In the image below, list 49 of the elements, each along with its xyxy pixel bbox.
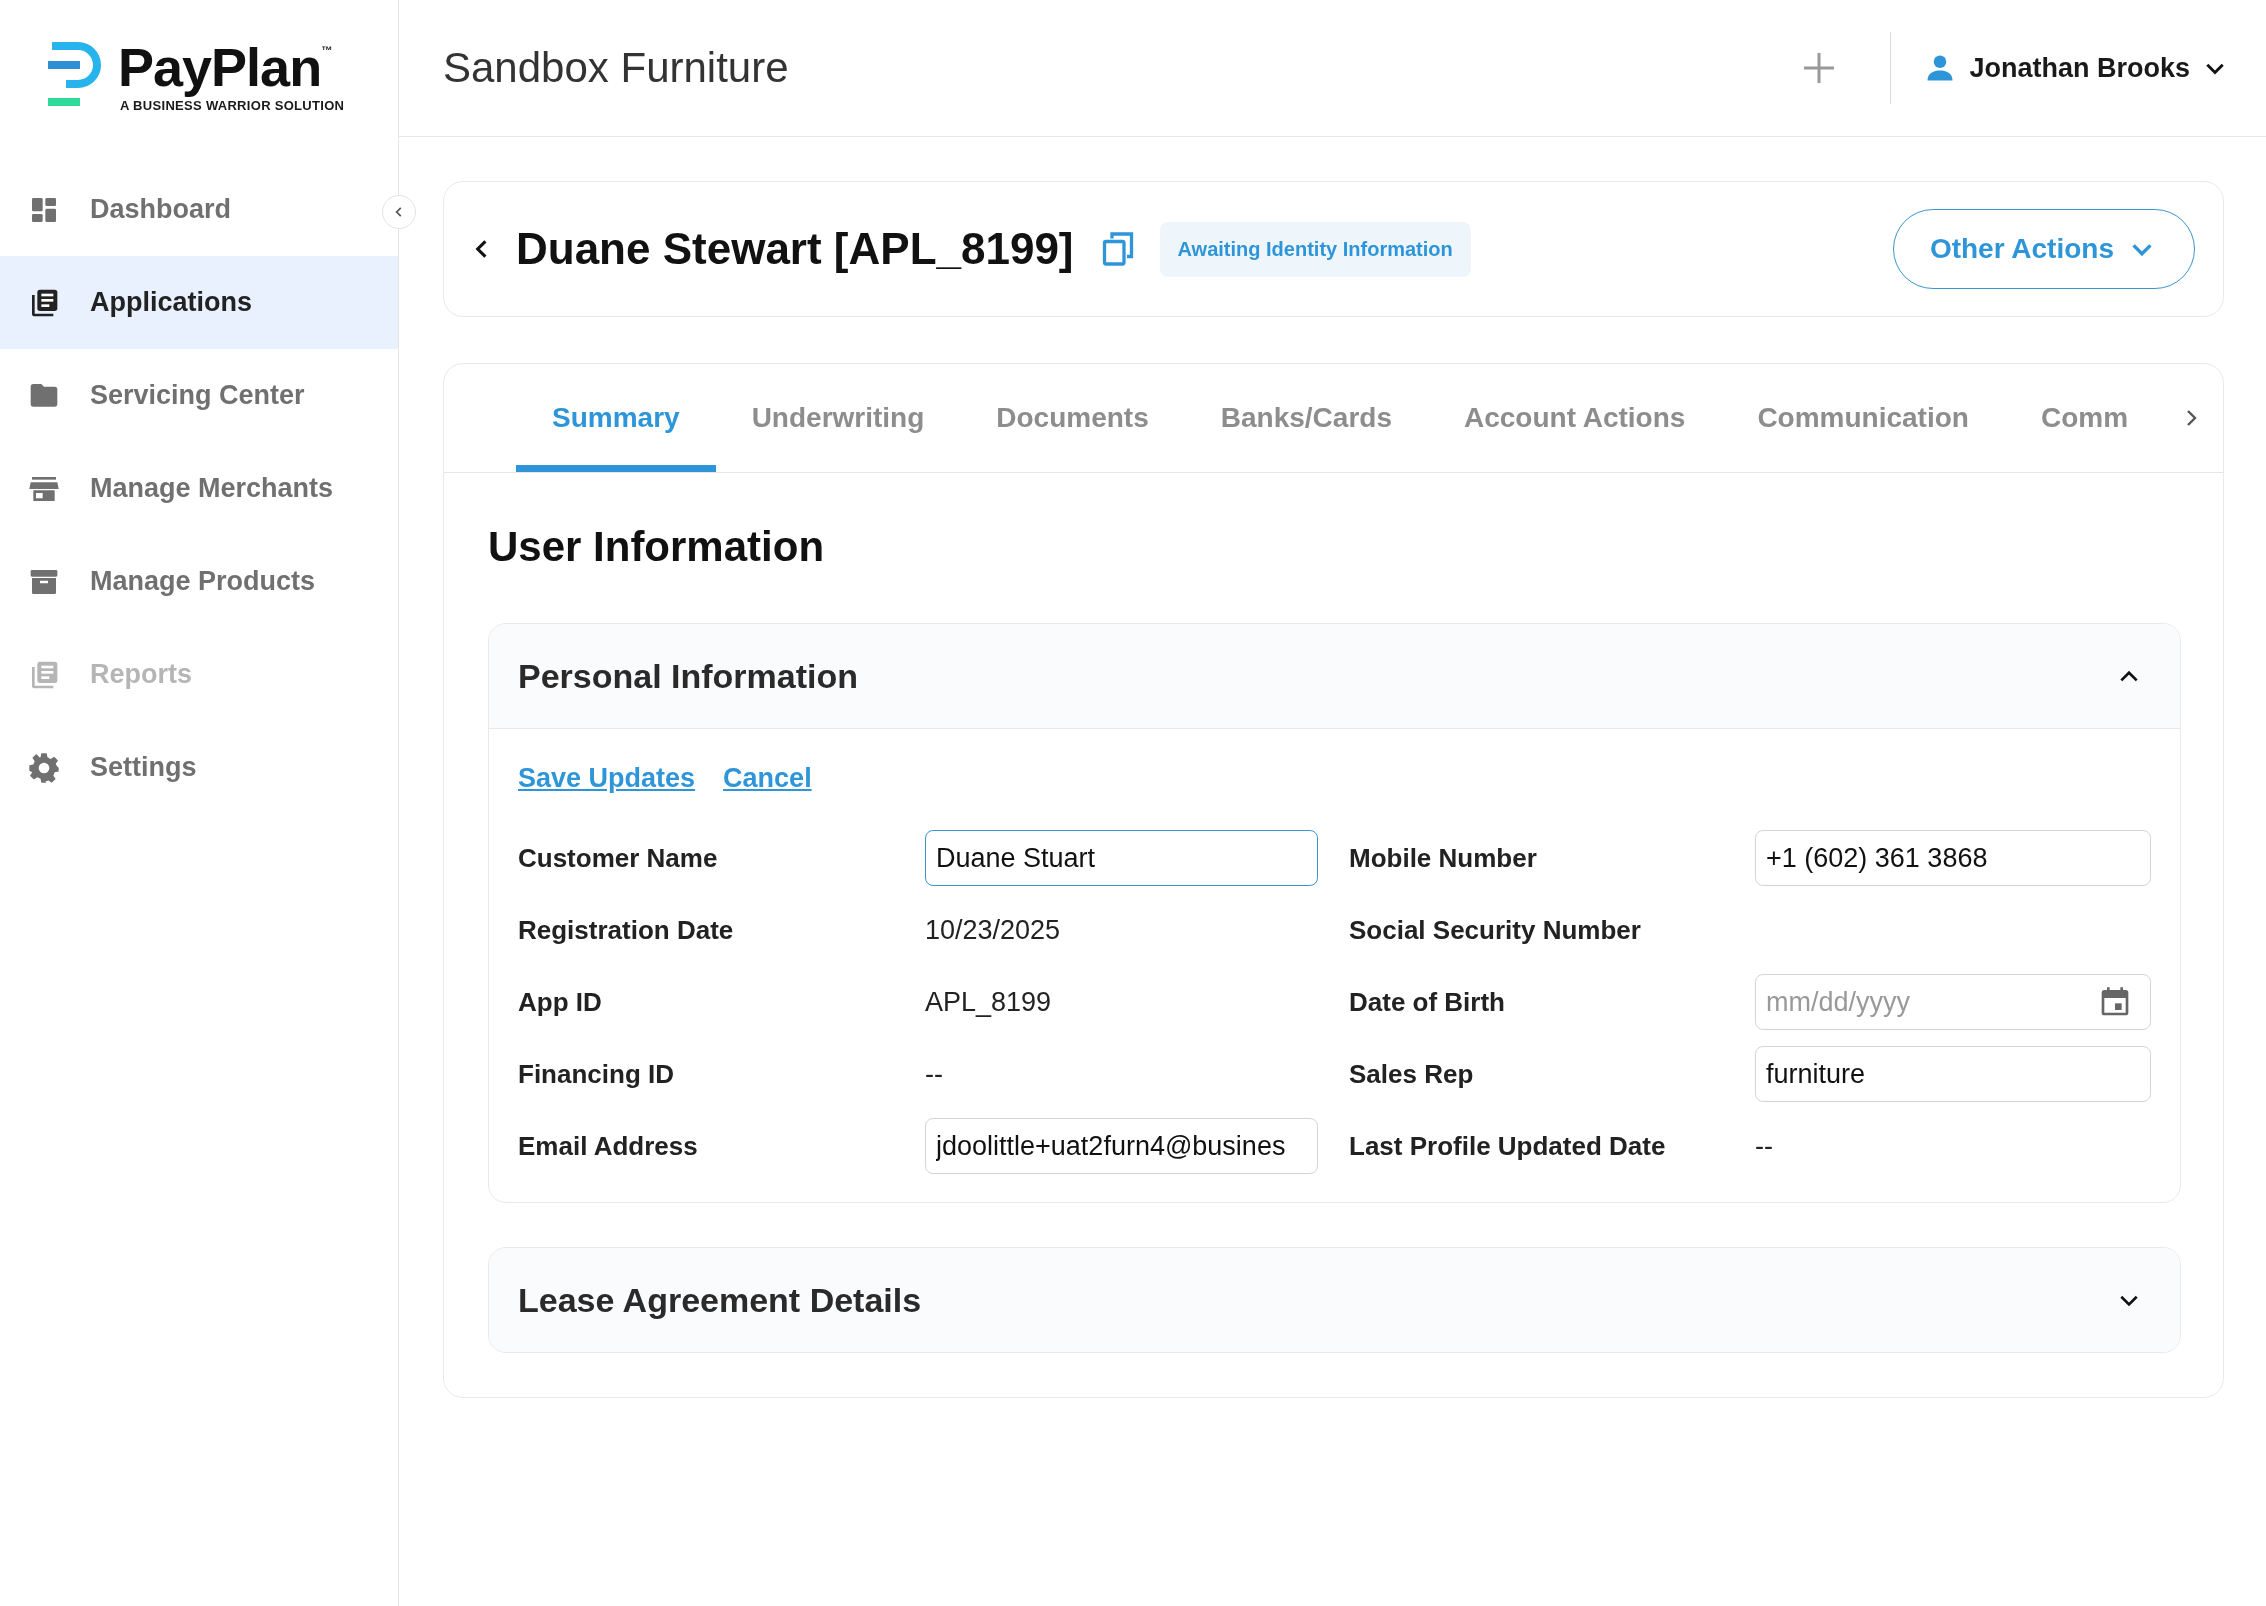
logo-tagline: A BUSINESS WARRIOR SOLUTION — [120, 98, 345, 113]
add-icon[interactable] — [1804, 53, 1835, 83]
sidebar-item[interactable]: Servicing Center — [0, 349, 398, 442]
settings-icon — [28, 751, 60, 784]
date-field[interactable]: mm/dd/yyyy — [1755, 974, 2151, 1030]
tab[interactable]: Summary — [516, 364, 716, 472]
tab[interactable]: Comm — [2004, 364, 2165, 472]
status-badge: Awaiting Identity Information — [1159, 221, 1471, 277]
tab[interactable]: Underwriting — [715, 364, 961, 472]
sidebar-item[interactable]: Applications — [0, 256, 398, 349]
link[interactable]: Save Updates — [518, 763, 696, 794]
calendar-icon[interactable] — [2099, 986, 2131, 1018]
field-label: Email Address — [518, 1130, 699, 1162]
field-label: Sales Rep — [1349, 1058, 1475, 1090]
field-value: -- — [925, 1058, 943, 1090]
scroll-right-icon[interactable] — [2185, 408, 2197, 428]
user-menu[interactable]: Jonathan Brooks — [1925, 52, 2226, 84]
panel-title[interactable]: Personal Information — [518, 656, 859, 696]
back-icon[interactable] — [474, 238, 488, 260]
sidebar-item[interactable]: Manage Merchants — [0, 442, 398, 535]
sidebar-item[interactable]: Manage Products — [0, 535, 398, 628]
sidebar-item[interactable]: Settings — [0, 721, 398, 814]
link[interactable]: Cancel — [723, 763, 812, 794]
field-label: Social Security Number — [1349, 914, 1642, 946]
input-field[interactable]: Duane Stuart — [925, 830, 1318, 886]
tab[interactable]: Communication — [1721, 364, 2005, 472]
other-actions-button[interactable]: Other Actions — [1892, 209, 2195, 289]
tab[interactable]: Banks/Cards — [1184, 364, 1428, 472]
panel-title[interactable]: Lease Agreement Details — [518, 1280, 922, 1320]
input-field[interactable]: jdoolittle+uat2furn4@busines — [925, 1118, 1318, 1174]
field-value: -- — [1755, 1130, 1773, 1162]
section-title: User Information — [488, 523, 826, 571]
field-label: Mobile Number — [1349, 842, 1538, 874]
field-label: Date of Birth — [1349, 986, 1506, 1018]
page-title: Sandbox Furniture — [443, 44, 789, 92]
field-label: Customer Name — [518, 842, 719, 874]
field-label: Last Profile Updated Date — [1349, 1130, 1667, 1162]
field-value: APL_8199 — [925, 986, 1052, 1018]
sidebar-item[interactable]: Dashboard — [0, 163, 398, 256]
input-field[interactable]: +1 (602) 361 3868 — [1755, 830, 2151, 886]
tab[interactable]: Documents — [960, 364, 1185, 472]
input-field[interactable]: furniture — [1755, 1046, 2151, 1102]
field-label: Financing ID — [518, 1058, 675, 1090]
application-title: Duane Stewart [APL_8199] — [516, 224, 1074, 274]
field-value: 10/23/2025 — [925, 914, 1061, 946]
trademark: ™ — [321, 44, 333, 56]
field-label: Registration Date — [518, 914, 735, 946]
field-label: App ID — [518, 986, 603, 1018]
tab[interactable]: Account Actions — [1427, 364, 1722, 472]
